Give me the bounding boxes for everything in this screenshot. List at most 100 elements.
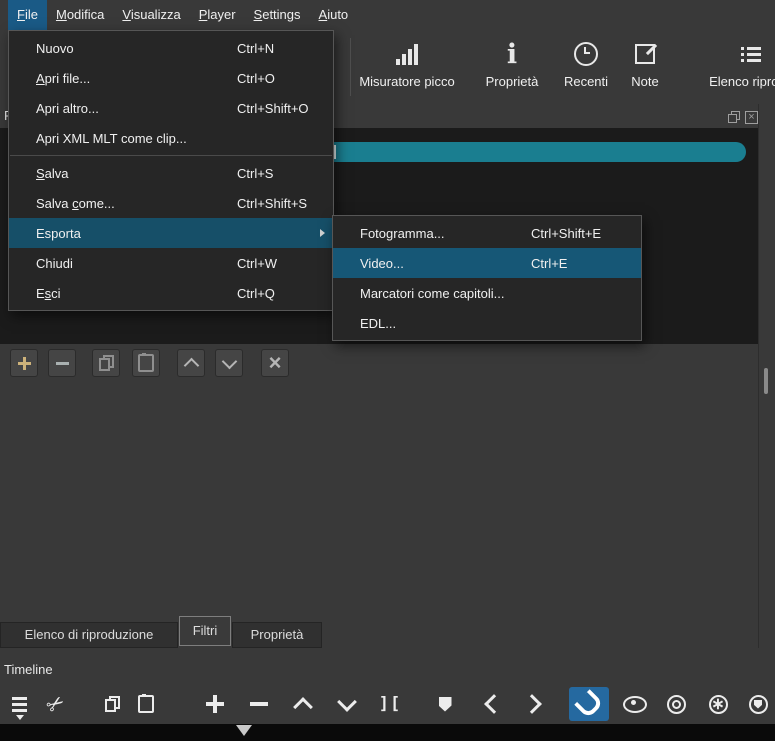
chevron-right-icon	[522, 694, 542, 714]
menu-item-nuovo[interactable]: Nuovo Ctrl+N	[9, 33, 333, 63]
toolbar-playlist-button[interactable]: Elenco riprodu	[679, 30, 775, 104]
menu-item-label: Esci	[36, 285, 61, 301]
tab-elenco-di-riproduzione[interactable]: Elenco di riproduzione	[0, 622, 178, 648]
previous-marker-button[interactable]	[479, 687, 505, 721]
menu-item-esporta[interactable]: Esporta	[9, 218, 333, 248]
toolbar-recent-button[interactable]: Recenti	[561, 30, 611, 104]
tab-proprieta[interactable]: Proprietà	[232, 622, 322, 648]
copy-filters-button[interactable]	[92, 349, 120, 377]
menu-item-label: Salva	[36, 165, 69, 181]
toolbar-properties-button[interactable]: Proprietà	[463, 30, 561, 104]
timeline-menu-button[interactable]	[4, 687, 34, 721]
float-panel-icon[interactable]	[728, 111, 740, 123]
menu-item-apri-altro[interactable]: Apri altro... Ctrl+Shift+O	[9, 93, 333, 123]
snap-toggle-button[interactable]	[569, 687, 609, 721]
menu-shortcut: Ctrl+O	[237, 70, 275, 86]
toolbar-notes-button[interactable]: Note	[611, 30, 679, 104]
toolbar-label: Misuratore picco	[359, 74, 455, 89]
copy-icon	[98, 355, 114, 371]
move-filter-down-button[interactable]	[215, 349, 243, 377]
menu-item-esci[interactable]: Esci Ctrl+Q	[9, 278, 333, 308]
timeline-ruler[interactable]	[0, 724, 775, 741]
minus-icon	[55, 361, 69, 365]
playlist-icon	[741, 38, 761, 70]
menu-item-apri-file[interactable]: Apri file... Ctrl+O	[9, 63, 333, 93]
submenu-item-edl[interactable]: EDL...	[333, 308, 641, 338]
lift-button[interactable]	[289, 687, 317, 721]
scissors-icon	[47, 692, 65, 717]
paste-filters-button[interactable]	[132, 349, 160, 377]
export-submenu: Fotogramma... Ctrl+Shift+E Video... Ctrl…	[332, 215, 642, 341]
toolbar-label: Elenco riprodu	[709, 74, 775, 89]
ripple-icon	[666, 694, 686, 714]
menu-item-label: EDL...	[360, 315, 397, 331]
menu-item-salva[interactable]: Salva Ctrl+S	[9, 158, 333, 188]
deselect-filter-button[interactable]	[261, 349, 289, 377]
submenu-item-marcatori-capitoli[interactable]: Marcatori come capitoli...	[333, 278, 641, 308]
move-filter-up-button[interactable]	[177, 349, 205, 377]
toolbar-peak-meter-button[interactable]: Misuratore picco	[351, 30, 463, 104]
clock-icon	[574, 38, 598, 70]
ripple-all-icon	[708, 694, 728, 714]
overwrite-button[interactable]	[333, 687, 361, 721]
scrub-while-dragging-button[interactable]	[621, 687, 649, 721]
peak-meter-icon	[396, 38, 418, 70]
paste-icon	[138, 353, 154, 372]
menu-item-salva-come[interactable]: Salva come... Ctrl+Shift+S	[9, 188, 333, 218]
menu-shortcut: Ctrl+E	[531, 255, 568, 271]
cut-button[interactable]	[42, 687, 70, 721]
menu-shortcut: Ctrl+Shift+E	[531, 225, 602, 241]
menu-separator	[10, 155, 332, 156]
menubar-item-settings[interactable]: Settings	[245, 0, 310, 30]
close-panel-icon[interactable]	[745, 111, 758, 124]
menubar-item-modifica[interactable]: Modifica	[47, 0, 113, 30]
menu-shortcut: Ctrl+Shift+O	[237, 100, 309, 116]
menu-item-label: Apri altro...	[36, 100, 99, 116]
paste-button[interactable]	[132, 687, 160, 721]
paste-icon	[138, 694, 154, 713]
filter-actions-toolbar	[10, 349, 289, 377]
scrollbar-thumb[interactable]	[764, 368, 768, 394]
menu-item-label: Marcatori come capitoli...	[360, 285, 505, 301]
menu-item-label: Fotogramma...	[360, 225, 445, 241]
split-button[interactable]	[375, 687, 405, 721]
timeline-panel-title: Timeline	[4, 662, 53, 677]
split-icon	[379, 694, 401, 714]
menu-item-label: Nuovo	[36, 40, 74, 56]
main-toolbar: Misuratore picco Proprietà Recenti Note …	[332, 30, 775, 104]
menu-item-chiudi[interactable]: Chiudi Ctrl+W	[9, 248, 333, 278]
menu-item-label: Salva come...	[36, 195, 115, 211]
marker-button[interactable]	[431, 687, 459, 721]
minus-icon	[250, 702, 268, 706]
note-icon	[635, 38, 655, 70]
chevron-down-icon	[221, 353, 237, 369]
menu-item-label: Apri file...	[36, 70, 91, 86]
toolbar-label: Recenti	[563, 74, 609, 89]
ripple-delete-button[interactable]	[244, 687, 274, 721]
copy-button[interactable]	[98, 687, 126, 721]
playhead-icon[interactable]	[236, 725, 252, 736]
text-caret	[334, 145, 336, 159]
submenu-item-fotogramma[interactable]: Fotogramma... Ctrl+Shift+E	[333, 218, 641, 248]
next-marker-button[interactable]	[521, 687, 547, 721]
ripple-markers-button[interactable]	[744, 687, 772, 721]
remove-filter-button[interactable]	[48, 349, 76, 377]
menu-item-apri-xml-mlt[interactable]: Apri XML MLT come clip...	[9, 123, 333, 153]
submenu-item-video[interactable]: Video... Ctrl+E	[333, 248, 641, 278]
file-menu: Nuovo Ctrl+N Apri file... Ctrl+O Apri al…	[8, 30, 334, 311]
menu-shortcut: Ctrl+Q	[237, 285, 275, 301]
close-icon	[269, 353, 282, 373]
add-filter-button[interactable]	[10, 349, 38, 377]
tab-filtri[interactable]: Filtri	[179, 616, 231, 646]
menubar-item-file[interactable]: File	[8, 0, 47, 30]
menu-item-label: Apri XML MLT come clip...	[36, 130, 187, 146]
menu-item-label: Esporta	[36, 225, 81, 241]
ripple-toggle-button[interactable]	[662, 687, 690, 721]
menubar-item-aiuto[interactable]: Aiuto	[310, 0, 358, 30]
ripple-all-tracks-button[interactable]	[704, 687, 732, 721]
chevron-up-icon	[293, 696, 313, 717]
magnet-icon	[574, 689, 604, 719]
menubar-item-visualizza[interactable]: Visualizza	[113, 0, 189, 30]
menubar-item-player[interactable]: Player	[190, 0, 245, 30]
append-button[interactable]	[200, 687, 230, 721]
